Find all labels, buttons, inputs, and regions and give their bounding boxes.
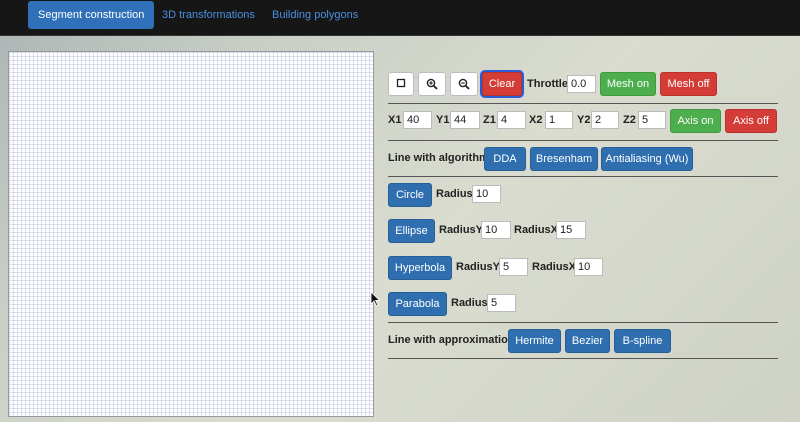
throttle-input[interactable]: 0.0: [567, 75, 596, 93]
circle-radius-label: Radius: [436, 188, 473, 200]
divider: [388, 103, 778, 104]
z2-label: Z2: [623, 114, 636, 126]
axis-on-button[interactable]: Axis on: [670, 109, 721, 133]
tab-segment-construction[interactable]: Segment construction: [28, 1, 155, 29]
zoom-in-button[interactable]: [418, 72, 446, 96]
line-approximation-label: Line with approximation: [388, 334, 515, 346]
hyperbola-radius-x-input[interactable]: 10: [574, 258, 603, 276]
x2-input[interactable]: 1: [545, 111, 573, 129]
ellipse-radius-y-label: RadiusY: [439, 224, 484, 236]
mesh-on-button[interactable]: Mesh on: [600, 72, 656, 96]
bezier-button[interactable]: Bezier: [565, 329, 610, 353]
bspline-button[interactable]: B-spline: [614, 329, 671, 353]
clear-button[interactable]: Clear: [482, 72, 522, 96]
circle-button[interactable]: Circle: [388, 183, 432, 207]
divider: [388, 176, 778, 177]
line-algorithm-label: Line with algorithm: [388, 152, 489, 164]
dda-button[interactable]: DDA: [484, 147, 526, 171]
ellipse-radius-x-input[interactable]: 15: [556, 221, 586, 239]
tab-3d-transformations[interactable]: 3D transformations: [152, 1, 265, 29]
throttle-label: Throttle: [527, 78, 568, 90]
parabola-button[interactable]: Parabola: [388, 292, 447, 316]
y1-input[interactable]: 44: [450, 111, 480, 129]
hyperbola-radius-y-label: RadiusY: [456, 261, 501, 273]
x1-label: X1: [388, 114, 402, 126]
hyperbola-radius-y-input[interactable]: 5: [499, 258, 528, 276]
divider: [388, 140, 778, 141]
y2-input[interactable]: 2: [591, 111, 619, 129]
z1-input[interactable]: 4: [497, 111, 526, 129]
z1-label: Z1: [483, 114, 496, 126]
zoom-out-button[interactable]: [450, 72, 478, 96]
square-button[interactable]: [388, 72, 414, 96]
y1-label: Y1: [436, 114, 450, 126]
drawing-canvas[interactable]: [8, 51, 374, 417]
parabola-radius-input[interactable]: 5: [487, 294, 516, 312]
axis-off-button[interactable]: Axis off: [725, 109, 777, 133]
z2-input[interactable]: 5: [638, 111, 666, 129]
circle-radius-input[interactable]: 10: [472, 185, 501, 203]
ellipse-radius-x-label: RadiusX: [514, 224, 559, 236]
parabola-radius-label: Radius: [451, 297, 488, 309]
x1-input[interactable]: 40: [403, 111, 432, 129]
hermite-button[interactable]: Hermite: [508, 329, 561, 353]
antialiasing-wu-button[interactable]: Antialiasing (Wu): [601, 147, 693, 171]
hyperbola-button[interactable]: Hyperbola: [388, 256, 452, 280]
divider: [388, 358, 778, 359]
ellipse-radius-y-input[interactable]: 10: [481, 221, 511, 239]
mouse-cursor-icon: [370, 291, 380, 307]
zoom-in-icon: [426, 78, 438, 90]
mesh-off-button[interactable]: Mesh off: [660, 72, 717, 96]
x2-label: X2: [529, 114, 543, 126]
divider: [388, 322, 778, 323]
y2-label: Y2: [577, 114, 591, 126]
zoom-out-icon: [458, 78, 470, 90]
bresenham-button[interactable]: Bresenham: [530, 147, 598, 171]
top-navbar: Segment construction 3D transformations …: [0, 0, 800, 36]
hyperbola-radius-x-label: RadiusX: [532, 261, 577, 273]
tab-building-polygons[interactable]: Building polygons: [262, 1, 368, 29]
square-icon: [396, 78, 406, 88]
ellipse-button[interactable]: Ellipse: [388, 219, 435, 243]
